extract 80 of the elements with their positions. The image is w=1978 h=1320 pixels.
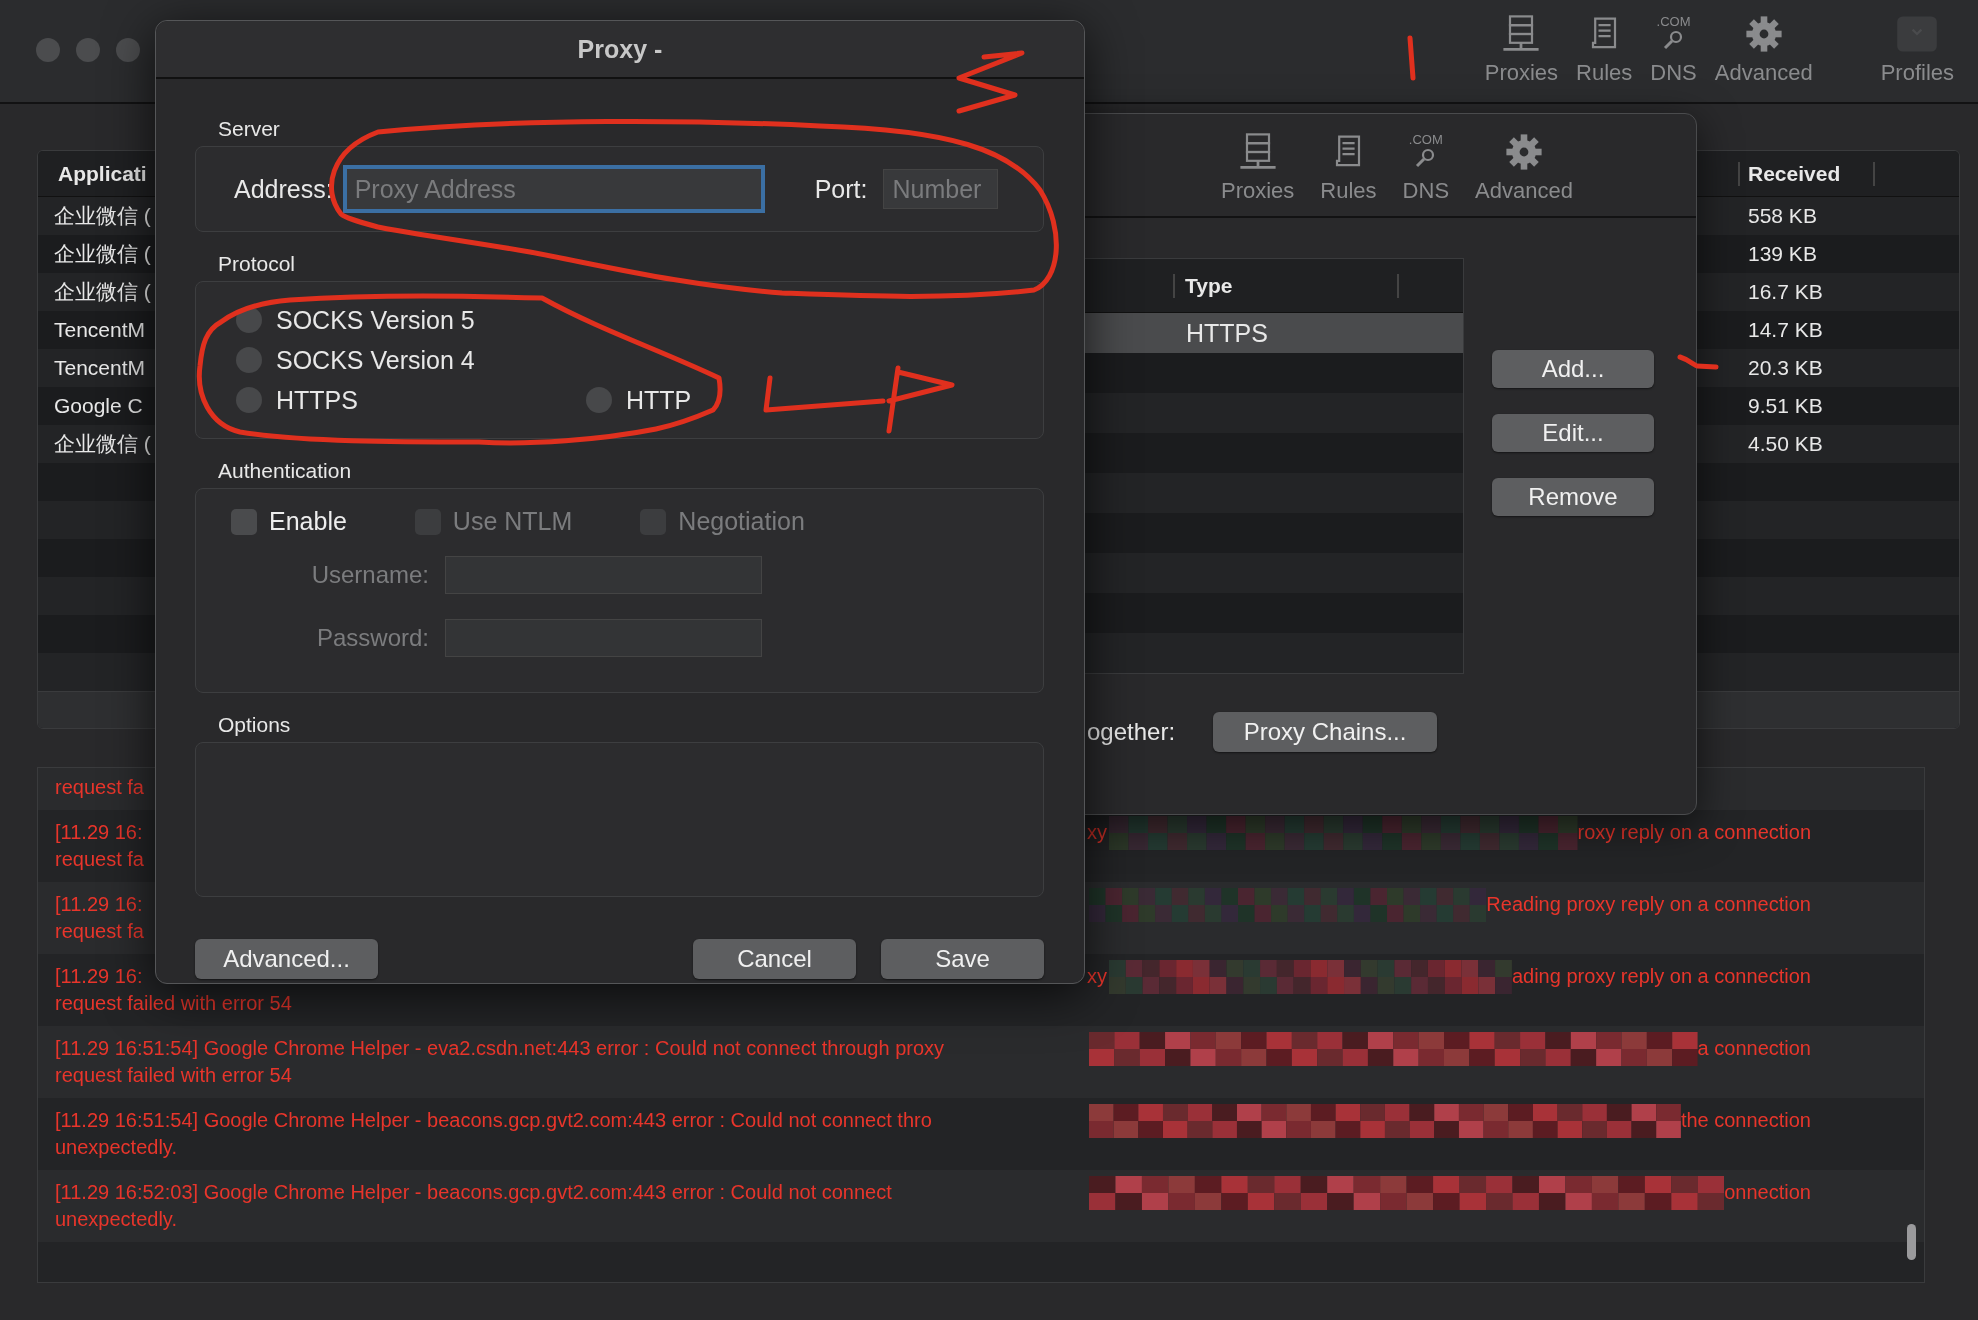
table-cell-text: 企业微信 ( (53, 203, 151, 229)
log-text: the connection (1680, 1108, 1811, 1133)
log-text: xy (1087, 820, 1107, 845)
group-label: Protocol (217, 252, 297, 277)
log-text: Reading proxy reply on a connection (1486, 892, 1811, 917)
log-text: onnection (1724, 1180, 1811, 1205)
zoom-button[interactable] (116, 38, 140, 62)
radio-button[interactable] (586, 387, 612, 413)
column-header[interactable]: Received (1738, 161, 1875, 186)
log-text: request fa (55, 775, 145, 800)
field-label: Port: (814, 174, 868, 204)
column-header[interactable]: Type (1173, 273, 1399, 298)
scrollbar-thumb[interactable] (1907, 1224, 1916, 1260)
checkbox-option[interactable]: Enable (231, 507, 347, 536)
group-label: Authentication (217, 459, 353, 484)
log-text: xy (1087, 964, 1107, 989)
annotation-scribble (956, 50, 1025, 114)
log-text: [11.29 16:52:03] Google Chrome Helper - beacons.gcp.gvt2.com:443 error : Could not connect (55, 1180, 893, 1205)
table-cell-text: TencentM (53, 318, 146, 342)
log-text: a connection (1697, 1036, 1811, 1061)
minimize-button[interactable] (76, 38, 100, 62)
radio-button[interactable] (236, 387, 262, 413)
log-text: [11.29 16: (55, 964, 144, 989)
log-text: request failed with error 54 (55, 1063, 293, 1088)
log-text: [11.29 16:51:54] Google Chrome Helper - eva2.csdn.net:443 error : Could not connect through proxy (55, 1036, 946, 1061)
toolbar-button[interactable]: .COM DNS (1650, 14, 1697, 86)
log-text: unexpectedly. (55, 1207, 178, 1232)
table-cell-text: Google C (53, 394, 143, 418)
port-field[interactable]: Number (883, 169, 999, 209)
group-label: Options (217, 713, 292, 738)
toolbar-button[interactable]: .COM DNS (1402, 132, 1450, 216)
table-cell-text: TencentM (53, 356, 146, 380)
table-cell-text: 558 KB (1747, 204, 1817, 228)
table-cell-text: 139 KB (1747, 242, 1817, 266)
log-text: request failed with error 54 (55, 991, 293, 1016)
radio-option[interactable]: HTTP (586, 384, 1043, 416)
table-cell-text: HTTPS (1185, 318, 1268, 348)
table-cell-text: 16.7 KB (1747, 280, 1823, 304)
toolbar-button[interactable]: Rules (1320, 132, 1377, 216)
dialog-title: Proxy - (577, 34, 663, 64)
toolbar-button[interactable]: Proxies (1221, 132, 1295, 216)
save-button[interactable]: Save (881, 939, 1044, 979)
chains-label: ogether: (1086, 718, 1176, 746)
dialog-button[interactable]: Edit... (1492, 414, 1654, 452)
profiles-icon (1895, 14, 1940, 54)
table-cell-text: 企业微信 ( (53, 241, 151, 267)
advanced-button[interactable]: Advanced... (195, 939, 378, 979)
group-label: Server (217, 117, 281, 142)
checkbox[interactable] (231, 508, 257, 535)
table-cell-text: 4.50 KB (1747, 432, 1823, 456)
radio-option[interactable]: HTTPS (236, 384, 586, 416)
proxy-chains-button[interactable]: Proxy Chains... (1213, 712, 1438, 752)
field-label: Username: (310, 561, 429, 589)
dialog-button[interactable]: Remove (1492, 478, 1654, 516)
log-text: ading proxy reply on a connection (1511, 964, 1811, 989)
toolbar-button[interactable]: Advanced (1475, 132, 1573, 216)
log-text: roxy reply on a connection (1577, 820, 1811, 845)
field-label: Password: (315, 624, 429, 652)
log-text: [11.29 16:51:54] Google Chrome Helper - beacons.gcp.gvt2.com:443 error : Could not connect thro (55, 1108, 933, 1133)
toolbar-button[interactable]: Advanced (1714, 14, 1813, 86)
dialog-button[interactable]: Add... (1492, 350, 1654, 388)
cancel-button[interactable]: Cancel (693, 939, 856, 979)
close-button[interactable] (36, 38, 60, 62)
log-text: [11.29 16: (55, 820, 144, 845)
table-cell-text: 9.51 KB (1747, 394, 1823, 418)
annotation-mark (1407, 35, 1416, 81)
log-text: request fa (55, 847, 145, 872)
radio-button[interactable] (236, 347, 262, 373)
toolbar-button[interactable]: Rules (1576, 14, 1633, 86)
address-field[interactable]: Proxy Address (342, 165, 765, 213)
log-text: request fa (55, 919, 145, 944)
log-text: [11.29 16: (55, 892, 144, 917)
table-cell-text: 企业微信 ( (53, 431, 151, 457)
table-cell-text: 企业微信 ( (53, 279, 151, 305)
annotation-mark (1677, 354, 1719, 370)
table-cell-text: 14.7 KB (1747, 318, 1823, 342)
log-text: unexpectedly. (55, 1135, 178, 1160)
table-cell-text: 20.3 KB (1747, 356, 1823, 380)
toolbar-button[interactable]: Profiles (1880, 14, 1954, 86)
toolbar-button[interactable]: Proxies (1484, 14, 1559, 86)
